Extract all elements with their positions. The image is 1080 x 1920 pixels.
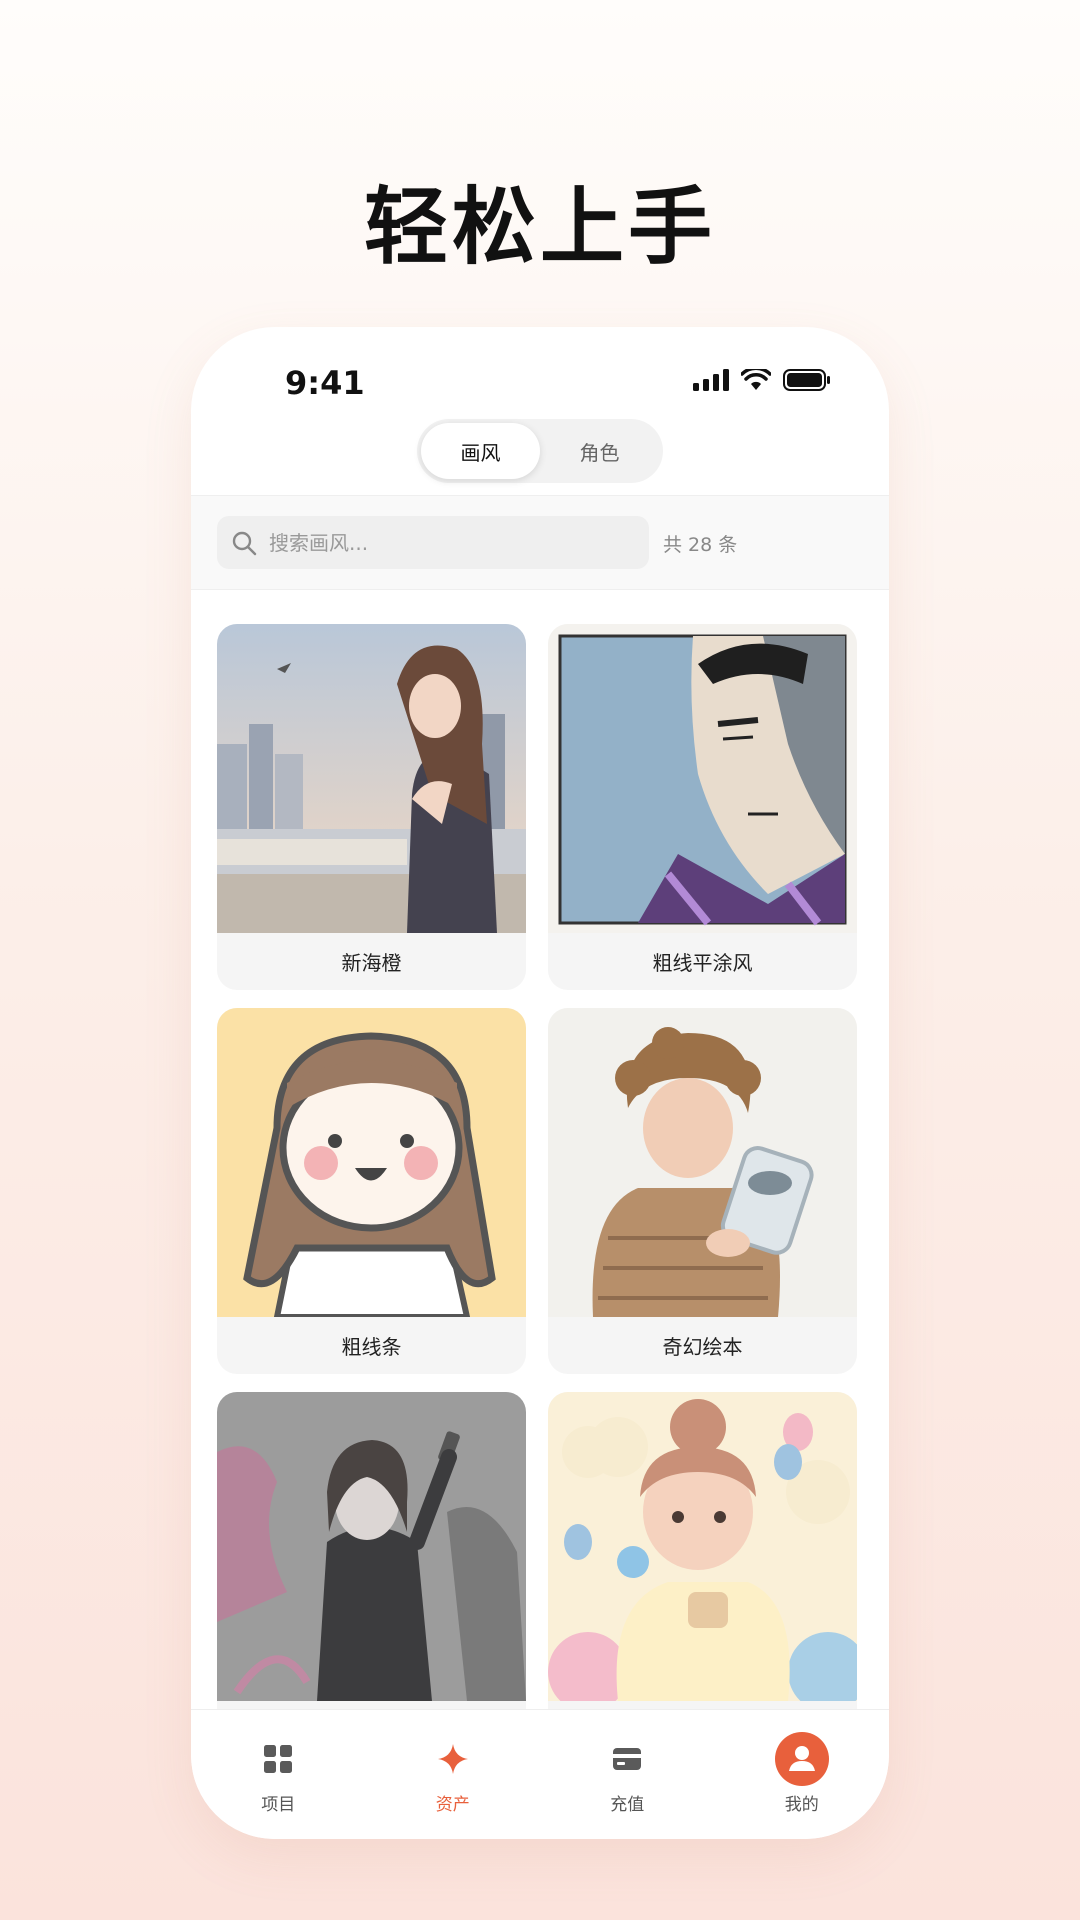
style-image-street [217, 1392, 526, 1701]
search-box[interactable] [217, 516, 649, 569]
signal-icon [693, 369, 729, 391]
style-image-fantasy-book [548, 1008, 857, 1317]
grid-icon [264, 1745, 293, 1773]
style-card[interactable]: 奇幻绘本 [548, 1008, 857, 1374]
wifi-icon [741, 369, 771, 390]
tab-label: 我的 [784, 1795, 819, 1815]
card-icon [613, 1748, 642, 1770]
status-time: 9:41 [285, 364, 365, 402]
style-card[interactable] [548, 1392, 857, 1758]
tab-projects[interactable]: 项目 [191, 1710, 366, 1839]
search-bar: 共 28 条 [191, 495, 889, 590]
style-image-clay [548, 1392, 857, 1701]
status-icons [693, 369, 831, 391]
status-bar: 9:41 [191, 327, 889, 415]
style-image-xinhaicheng [217, 624, 526, 933]
segment-control: 画风 角色 [417, 419, 663, 483]
hero-title: 轻松上手 [363, 178, 716, 276]
style-card-label: 粗线平涂风 [652, 951, 753, 975]
bottom-tab-bar: 项目 资产 充值 我的 [191, 1709, 889, 1839]
phone-frame: 9:41 画风 角色 搜索画风... 共 28 条 新海橙 粗线平涂风 粗线条 … [191, 327, 889, 1839]
style-card[interactable]: 粗线条 [217, 1008, 526, 1374]
style-card[interactable]: 新海橙 [217, 624, 526, 990]
tab-profile[interactable]: 我的 [715, 1710, 890, 1839]
style-image-bold-flat [548, 624, 857, 933]
battery-icon [783, 369, 830, 391]
user-icon [774, 1732, 829, 1786]
tab-label: 充值 [610, 1795, 645, 1815]
style-card[interactable] [217, 1392, 526, 1758]
sparkle-icon [437, 1744, 468, 1774]
style-card[interactable]: 粗线平涂风 [548, 624, 857, 990]
style-card-label: 奇幻绘本 [662, 1335, 743, 1359]
search-input[interactable] [269, 530, 629, 555]
tab-label: 项目 [261, 1795, 296, 1815]
result-count: 共 28 条 [663, 534, 738, 556]
tab-style[interactable]: 画风 [421, 423, 540, 479]
tab-character[interactable]: 角色 [540, 423, 659, 479]
tab-assets[interactable]: 资产 [366, 1710, 541, 1839]
tab-recharge[interactable]: 充值 [540, 1710, 715, 1839]
style-image-thick-lines [217, 1008, 526, 1317]
style-card-label: 粗线条 [341, 1335, 402, 1359]
search-icon [232, 531, 257, 555]
tab-label: 资产 [435, 1795, 470, 1815]
style-card-label: 新海橙 [341, 951, 402, 975]
